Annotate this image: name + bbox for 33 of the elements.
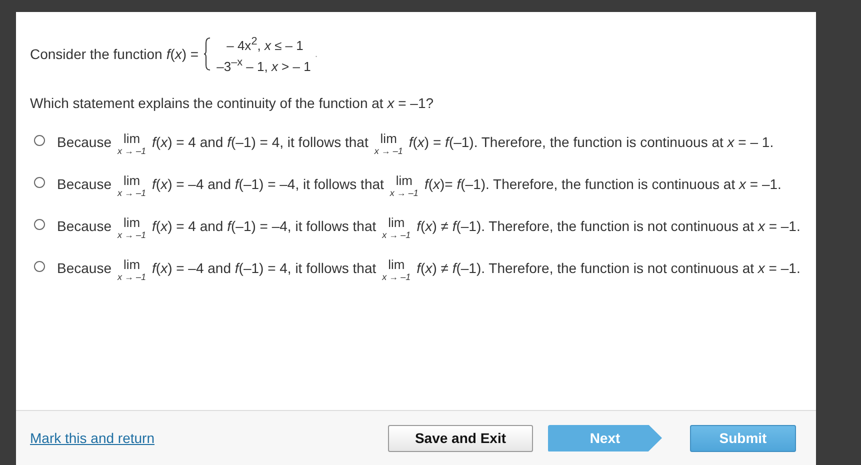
function-case: –3$^{–x}$ – 1, x > – 1 — [216, 55, 311, 75]
option-text: Because — [57, 218, 112, 234]
option-text: Because — [57, 176, 112, 192]
option-text: f(x) ≠ f(–1). Therefore, the function is not continuous at x = –1. — [416, 260, 800, 276]
limit-notation: lim x → –1 — [382, 258, 411, 283]
option-text: f(x) ≠ f(–1). Therefore, the function is not continuous at x = –1. — [416, 218, 800, 234]
limit-notation: lim x → –1 — [117, 258, 146, 283]
radio-button[interactable] — [34, 176, 45, 188]
option-text: f(x) = –4 and f(–1) = 4, it follows that — [152, 260, 376, 276]
limit-notation: lim x → –1 — [390, 174, 418, 199]
save-exit-button[interactable]: Save and Exit — [388, 424, 533, 452]
brace-icon — [202, 37, 211, 72]
option-text: Because — [57, 260, 112, 276]
option-text: f(x) = 4 and f(–1) = 4, it follows that — [152, 134, 368, 150]
limit-notation: lim x → –1 — [117, 216, 146, 241]
option-text: f(x)= f(–1). Therefore, the function is continuous at x = –1. — [424, 176, 782, 192]
period: . — [314, 48, 318, 60]
option-text: f(x) = f(–1). Therefore, the function is continuous at x = – 1. — [408, 134, 774, 150]
radio-button[interactable] — [34, 134, 45, 146]
option-text: Because — [57, 134, 112, 150]
limit-notation: lim x → –1 — [117, 132, 146, 157]
function-label: f(x) = — [166, 46, 199, 62]
question-intro: Consider the function — [30, 46, 162, 62]
question-prompt: Which statement explains the continuity of the function at x = –1? — [30, 94, 435, 111]
radio-button[interactable] — [34, 218, 45, 230]
option-text: f(x) = 4 and f(–1) = –4, it follows that — [152, 218, 376, 234]
limit-notation: lim x → –1 — [374, 132, 403, 157]
function-case: – 4x$^{2}$, x ≤ – 1 — [226, 35, 304, 54]
limit-notation: lim x → –1 — [117, 174, 146, 199]
limit-notation: lim x → –1 — [382, 216, 411, 241]
mark-and-return-link[interactable]: Mark this and return — [30, 430, 154, 446]
radio-button[interactable] — [34, 260, 45, 272]
option-text: f(x) = –4 and f(–1) = –4, it follows that — [152, 176, 384, 192]
